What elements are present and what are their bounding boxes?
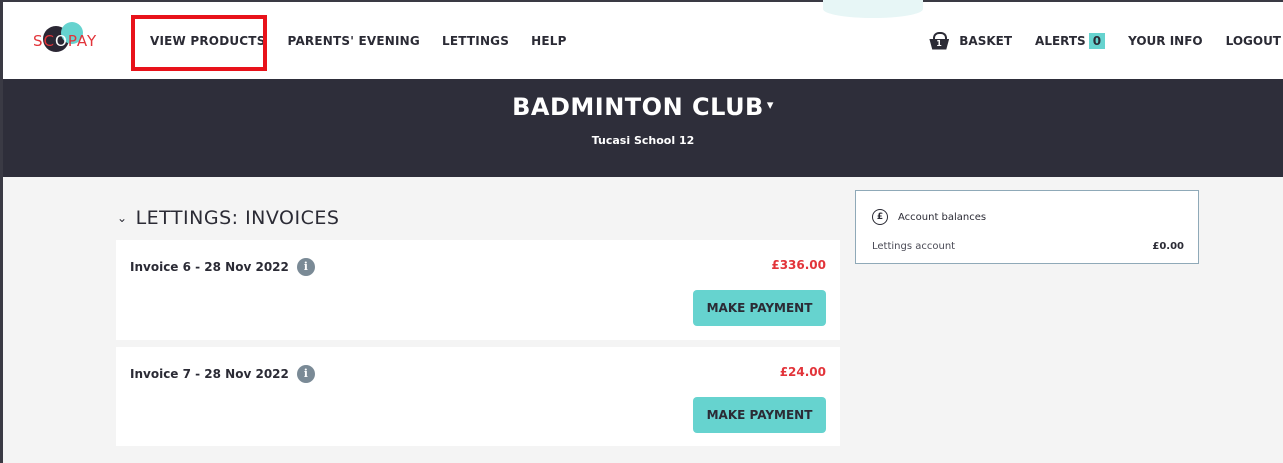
scopay-logo[interactable]: SCOPAY: [33, 22, 123, 58]
info-icon[interactable]: i: [296, 258, 315, 276]
section-heading[interactable]: ⌄ LETTINGS: INVOICES: [117, 207, 339, 229]
basket-icon: 1: [929, 31, 950, 50]
basket-label: BASKET: [959, 33, 1013, 48]
invoice-label-row: Invoice 7 - 28 Nov 2022 i: [130, 365, 315, 383]
nav-lettings[interactable]: LETTINGS: [442, 34, 509, 48]
chevron-down-icon: ⌄: [117, 211, 128, 225]
invoice-card: Invoice 7 - 28 Nov 2022 i £24.00 MAKE PA…: [116, 347, 840, 446]
club-title: BADMINTON CLUB: [512, 93, 764, 121]
club-selector[interactable]: BADMINTON CLUB ▾: [3, 93, 1283, 121]
invoice-label: Invoice 7 - 28 Nov 2022: [130, 367, 289, 381]
alerts-count-badge: 0: [1088, 32, 1106, 49]
decorative-bubble: [823, 0, 923, 18]
alerts-label: ALERTS: [1035, 33, 1086, 48]
nav-help[interactable]: HELP: [531, 34, 566, 48]
balances-title: Account balances: [898, 211, 987, 223]
account-nav: 1 BASKET ALERTS 0 YOUR INFO LOGOUT: [906, 2, 1281, 79]
balance-account-label: Lettings account: [872, 241, 956, 252]
caret-down-icon: ▾: [766, 98, 774, 113]
invoice-amount: £24.00: [779, 365, 826, 379]
invoice-label-row: Invoice 6 - 28 Nov 2022 i: [130, 258, 315, 276]
info-icon[interactable]: i: [296, 365, 315, 383]
basket-link[interactable]: 1 BASKET: [929, 31, 1013, 50]
account-balances-panel: £ Account balances Lettings account £0.0…: [855, 190, 1199, 264]
invoice-label: Invoice 6 - 28 Nov 2022: [130, 260, 289, 274]
balances-title-row: £ Account balances: [872, 209, 986, 225]
school-name: Tucasi School 12: [591, 134, 695, 147]
logout-link[interactable]: LOGOUT: [1226, 34, 1281, 48]
alerts-link[interactable]: ALERTS 0: [1035, 32, 1106, 49]
nav-parents-evening[interactable]: PARENTS' EVENING: [288, 34, 420, 48]
invoice-card: Invoice 6 - 28 Nov 2022 i £336.00 MAKE P…: [116, 240, 840, 340]
basket-count: 1: [936, 38, 942, 48]
logo-text: SCOPAY: [33, 32, 98, 50]
make-payment-button[interactable]: MAKE PAYMENT: [693, 290, 826, 326]
pound-icon: £: [872, 209, 888, 225]
highlight-annotation-box: [131, 15, 267, 71]
section-title: LETTINGS: INVOICES: [135, 207, 340, 229]
balance-account-value: £0.00: [1152, 241, 1184, 252]
club-header-band: BADMINTON CLUB ▾ Tucasi School 12: [3, 79, 1283, 177]
your-info-link[interactable]: YOUR INFO: [1128, 34, 1203, 48]
make-payment-button[interactable]: MAKE PAYMENT: [693, 397, 826, 433]
invoice-amount: £336.00: [771, 258, 826, 272]
